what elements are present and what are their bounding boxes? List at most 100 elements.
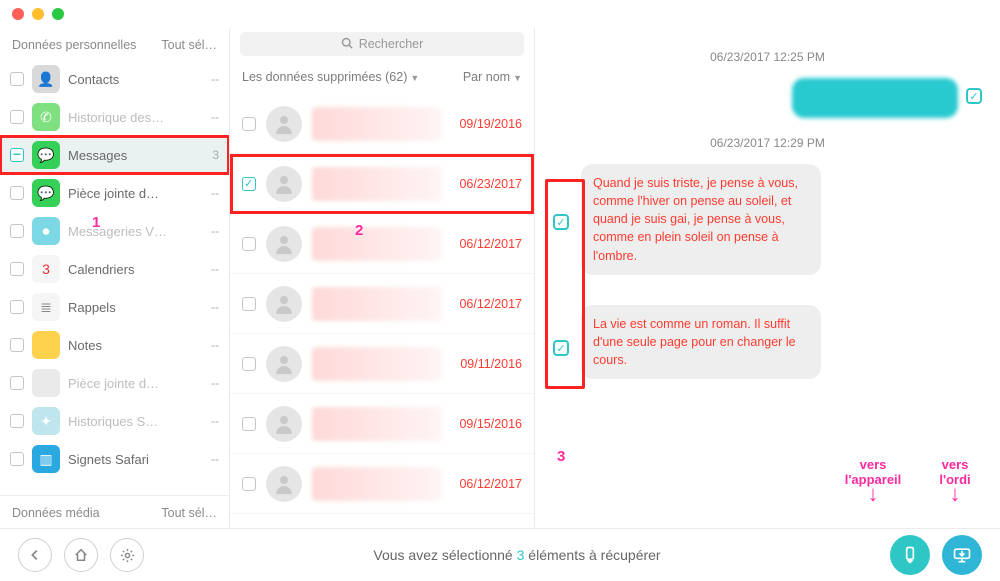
checkbox[interactable] [242, 357, 256, 371]
sidebar-item-messages[interactable]: 💬Messages3 [0, 136, 229, 174]
home-button[interactable] [64, 538, 98, 572]
avatar-icon [266, 286, 302, 322]
recover-to-computer-button[interactable] [942, 535, 982, 575]
category-icon [32, 369, 60, 397]
select-all-media-link[interactable]: Tout sél… [161, 506, 217, 520]
checkbox[interactable] [242, 237, 256, 251]
category-icon: ≣ [32, 293, 60, 321]
sort-dropdown[interactable]: Par nom▼ [463, 70, 522, 84]
media-header-label: Données média [12, 506, 100, 520]
message-list-item[interactable]: 06/23/2017 [230, 154, 534, 214]
sidebar-item-contacts[interactable]: 👤Contacts-- [0, 60, 229, 98]
annotation-to-device: vers l'appareil↓ [833, 458, 913, 505]
sidebar-item-calendriers[interactable]: 3Calendriers-- [0, 250, 229, 288]
sidebar-item-pi-ce-jointe-d-[interactable]: Pièce jointe d…-- [0, 364, 229, 402]
message-list: 09/19/201606/23/201706/12/201706/12/2017… [230, 94, 534, 528]
filter-row: Les données supprimées (62)▼ Par nom▼ [230, 56, 534, 94]
timestamp: 06/23/2017 12:29 PM [553, 136, 982, 150]
annotation-number-1: 1 [92, 214, 100, 231]
checkbox[interactable] [10, 186, 24, 200]
close-dot-icon[interactable] [12, 8, 24, 20]
checkbox[interactable] [242, 477, 256, 491]
recover-to-device-button[interactable] [890, 535, 930, 575]
checkbox[interactable] [10, 338, 24, 352]
chevron-down-icon: ▼ [513, 73, 522, 83]
window-titlebar [0, 0, 1000, 28]
sidebar-item-signets-safari[interactable]: ▥Signets Safari-- [0, 440, 229, 478]
checkbox[interactable] [10, 110, 24, 124]
message-list-item[interactable]: 06/12/2017 [230, 274, 534, 334]
sidebar-item-label: Rappels [68, 300, 197, 315]
sidebar-item-count: -- [205, 376, 219, 390]
sidebar-item-label: Contacts [68, 72, 197, 87]
sidebar-item-rappels[interactable]: ≣Rappels-- [0, 288, 229, 326]
sidebar-item-count: 3 [205, 148, 219, 162]
incoming-bubble[interactable]: La vie est comme un roman. Il suffit d'u… [581, 305, 821, 379]
search-icon [341, 37, 353, 52]
message-checkbox[interactable]: ✓ [966, 88, 982, 104]
category-icon: 3 [32, 255, 60, 283]
conversation-panel: 06/23/2017 12:25 PM ████████████████ ✓ 0… [535, 28, 1000, 528]
message-list-item[interactable]: 09/15/2016 [230, 394, 534, 454]
sidebar-item-label: Notes [68, 338, 197, 353]
sidebar-item-label: Historique des… [68, 110, 197, 125]
footer: Vous avez sélectionné 3 éléments à récup… [0, 528, 1000, 581]
arrow-down-icon: ↓ [868, 481, 879, 506]
category-icon: 💬 [32, 141, 60, 169]
checkbox[interactable] [242, 117, 256, 131]
checkbox[interactable] [10, 414, 24, 428]
checkbox[interactable] [10, 262, 24, 276]
sidebar-item-historique-des-[interactable]: ✆Historique des…-- [0, 98, 229, 136]
sidebar-header-label: Données personnelles [12, 38, 136, 52]
search-wrap: Rechercher [230, 28, 534, 56]
annotation-to-computer: vers l'ordi↓ [925, 458, 985, 505]
sidebar-item-count: -- [205, 414, 219, 428]
minimize-dot-icon[interactable] [32, 8, 44, 20]
category-icon: 💬 [32, 179, 60, 207]
redacted-preview [312, 407, 442, 441]
redacted-preview [312, 167, 442, 201]
checkbox[interactable] [10, 376, 24, 390]
message-list-item[interactable]: 06/12/2017 [230, 214, 534, 274]
checkbox[interactable] [242, 177, 256, 191]
outgoing-bubble[interactable]: ████████████████ [792, 78, 958, 118]
message-date: 06/23/2017 [452, 177, 522, 191]
checkbox[interactable] [242, 417, 256, 431]
redacted-preview [312, 467, 442, 501]
zoom-dot-icon[interactable] [52, 8, 64, 20]
category-icon: 👤 [32, 65, 60, 93]
sidebar-item-historiques-s-[interactable]: ✦Historiques S…-- [0, 402, 229, 440]
sidebar-item-label: Messageries V… [68, 224, 197, 239]
back-button[interactable] [18, 538, 52, 572]
timestamp: 06/23/2017 12:25 PM [553, 50, 982, 64]
category-icon [32, 331, 60, 359]
sidebar-item-label: Calendriers [68, 262, 197, 277]
sidebar-item-count: -- [205, 110, 219, 124]
checkbox[interactable] [10, 224, 24, 238]
search-input[interactable]: Rechercher [240, 32, 524, 56]
sidebar-item-label: Pièce jointe d… [68, 186, 197, 201]
select-all-link[interactable]: Tout sél… [161, 38, 217, 52]
avatar-icon [266, 466, 302, 502]
checkbox[interactable] [10, 148, 24, 162]
checkbox[interactable] [242, 297, 256, 311]
footer-status: Vous avez sélectionné 3 éléments à récup… [156, 547, 878, 563]
redacted-preview [312, 227, 442, 261]
sidebar-item-pi-ce-jointe-d-[interactable]: 💬Pièce jointe d…-- [0, 174, 229, 212]
sidebar-item-messageries-v-[interactable]: ⏺Messageries V…-- [0, 212, 229, 250]
redacted-preview [312, 347, 442, 381]
sidebar-item-notes[interactable]: Notes-- [0, 326, 229, 364]
arrow-down-icon: ↓ [950, 481, 961, 506]
settings-button[interactable] [110, 538, 144, 572]
message-list-item[interactable]: 09/11/2016 [230, 334, 534, 394]
message-list-item[interactable]: 06/12/2017 [230, 454, 534, 514]
checkbox[interactable] [10, 72, 24, 86]
incoming-bubble[interactable]: Quand je suis triste, je pense à vous, c… [581, 164, 821, 275]
filter-dropdown[interactable]: Les données supprimées (62)▼ [242, 70, 419, 84]
category-icon: ⏺ [32, 217, 60, 245]
checkbox[interactable] [10, 300, 24, 314]
avatar-icon [266, 346, 302, 382]
checkbox[interactable] [10, 452, 24, 466]
message-list-item[interactable]: 09/19/2016 [230, 94, 534, 154]
search-placeholder: Rechercher [359, 37, 424, 51]
